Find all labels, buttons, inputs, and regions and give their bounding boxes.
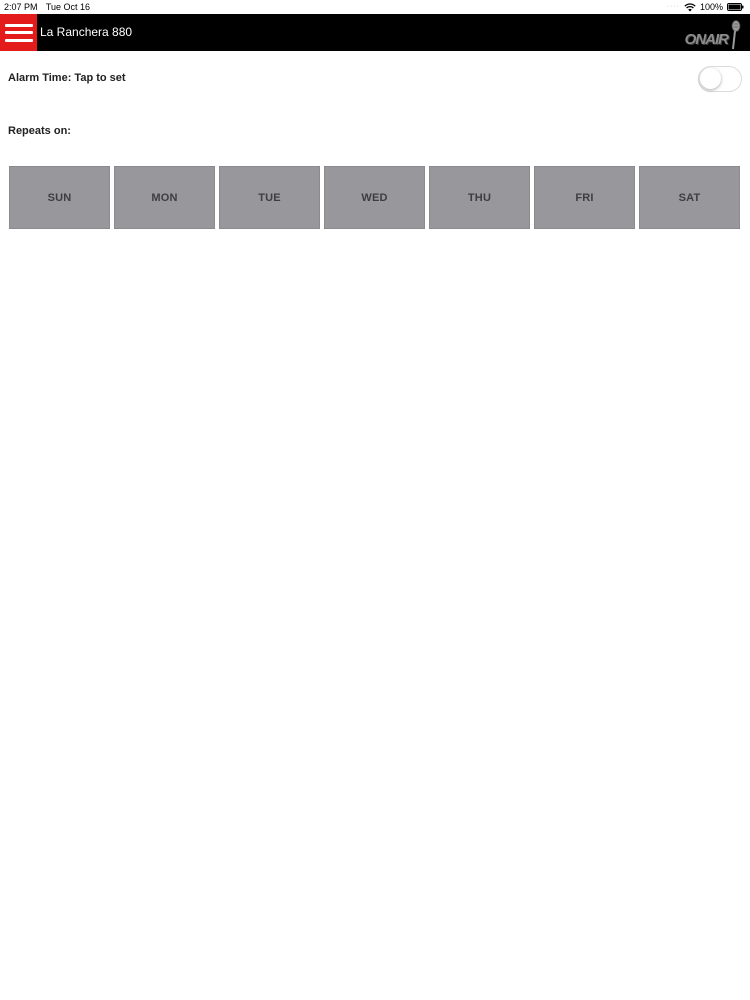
day-button-sun[interactable]: SUN: [9, 166, 110, 229]
station-title: La Ranchera 880: [40, 25, 133, 39]
signal-icon: ····: [666, 3, 680, 10]
day-button-fri[interactable]: FRI: [534, 166, 635, 229]
alarm-time-label[interactable]: Alarm Time: Tap to set: [8, 72, 126, 84]
alarm-time-row[interactable]: Alarm Time: Tap to set: [0, 62, 750, 96]
status-bar: 2:07 PM Tue Oct 16 ···· 100%: [0, 0, 750, 14]
hamburger-menu-icon: [4, 23, 33, 43]
status-time: 2:07 PM: [4, 2, 38, 12]
day-button-sat[interactable]: SAT: [639, 166, 740, 229]
battery-percent: 100%: [699, 2, 723, 12]
repeat-days: SUN MON TUE WED THU FRI SAT: [9, 166, 741, 229]
menu-button[interactable]: [0, 14, 37, 51]
status-right: ···· 100%: [667, 0, 744, 14]
wifi-icon: [684, 2, 696, 11]
repeats-label: Repeats on:: [8, 125, 71, 137]
status-date: Tue Oct 16: [45, 2, 91, 12]
microphone-icon: [731, 20, 741, 50]
day-button-tue[interactable]: TUE: [219, 166, 320, 229]
battery-icon: [727, 3, 744, 11]
nav-bar: La Ranchera 880 ONAIR: [0, 14, 750, 51]
onair-logo: ONAIR: [656, 16, 742, 50]
onair-logo-text: ONAIR: [684, 31, 729, 48]
day-button-mon[interactable]: MON: [114, 166, 215, 229]
day-button-thu[interactable]: THU: [429, 166, 530, 229]
alarm-toggle-knob: [700, 68, 721, 89]
status-left: 2:07 PM Tue Oct 16: [4, 0, 96, 14]
day-button-wed[interactable]: WED: [324, 166, 425, 229]
alarm-toggle[interactable]: [698, 66, 742, 92]
